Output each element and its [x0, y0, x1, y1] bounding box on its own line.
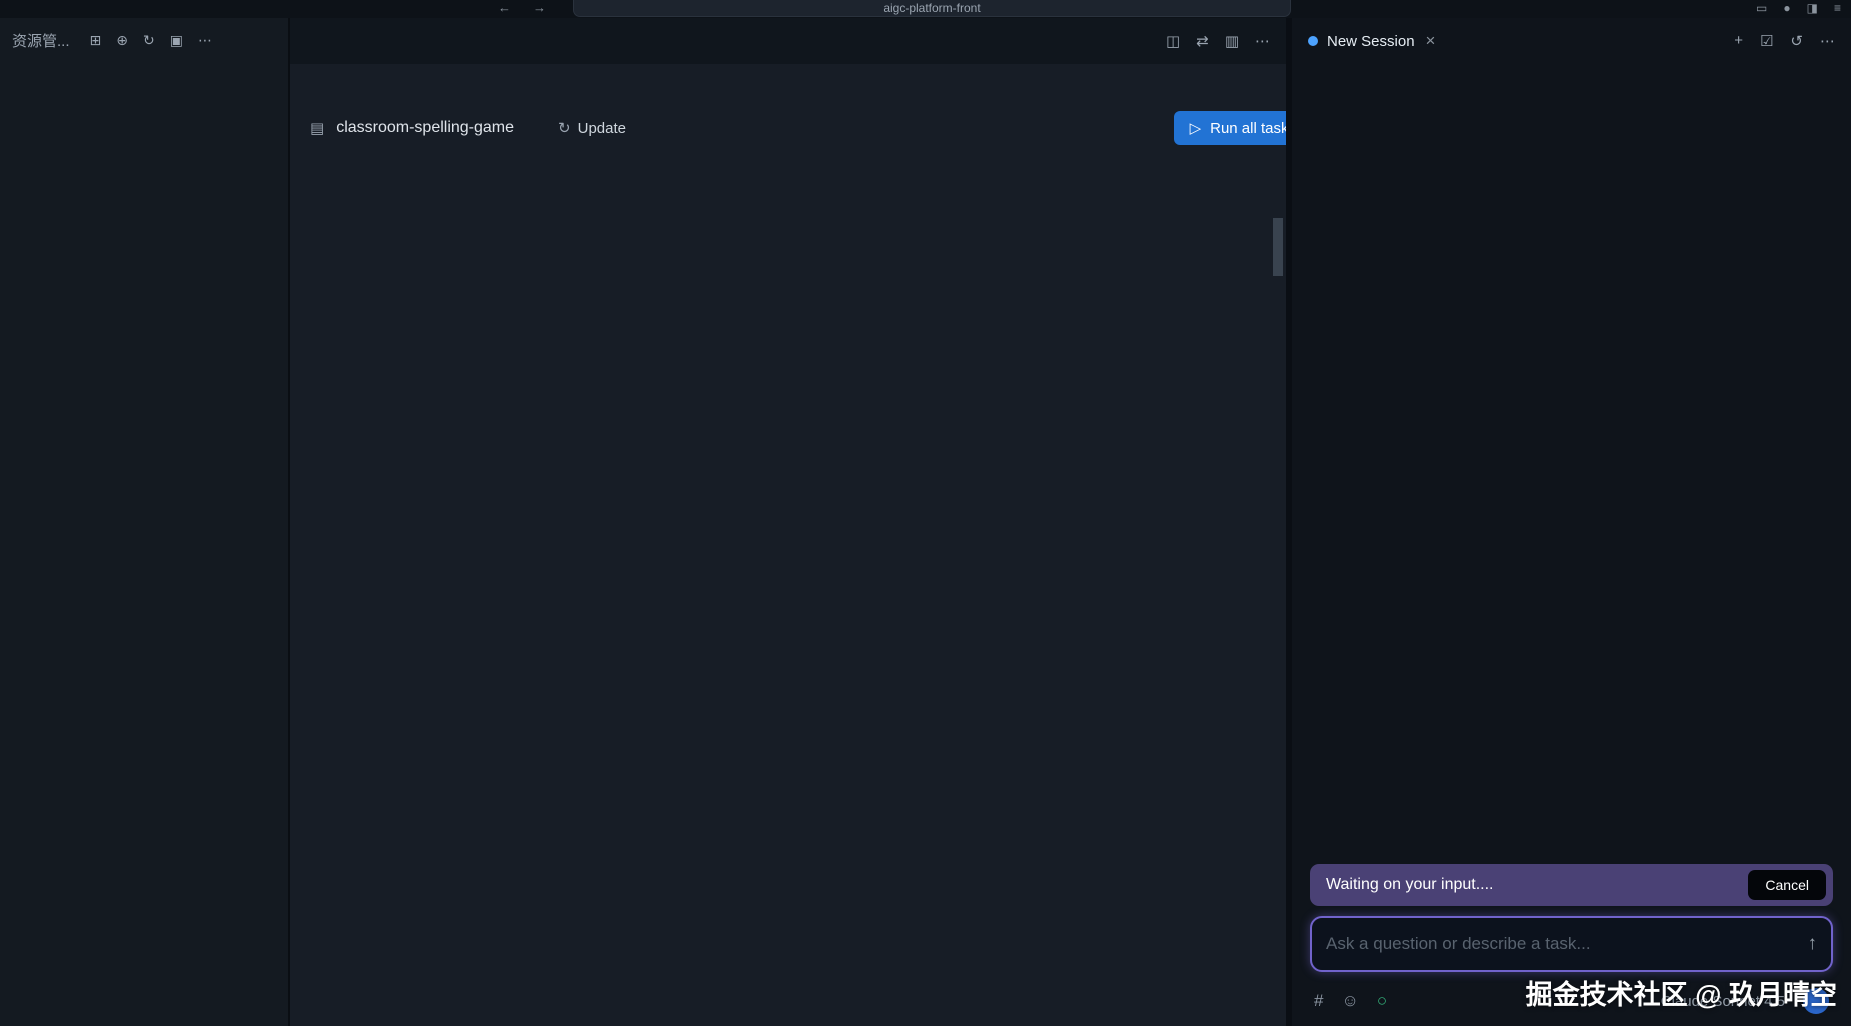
update-label: Update — [578, 120, 626, 137]
new-file-icon[interactable]: ⊞ — [90, 32, 102, 49]
spec-title: classroom-spelling-game — [336, 119, 514, 137]
chat-input-box[interactable]: ↑ — [1310, 916, 1833, 972]
code-editor[interactable] — [290, 156, 1286, 1026]
explorer-title: 资源管... — [12, 30, 70, 51]
editor-area: ◫ ⇄ ▥ ⋯ ▤ classroom-spelling-game ↻ Update … — [290, 18, 1292, 1026]
open-changes-icon[interactable]: ⇄ — [1196, 32, 1209, 50]
secondary-panel-icon[interactable]: ▥ — [1225, 32, 1239, 50]
play-icon: ▷ — [1190, 119, 1202, 137]
new-folder-icon[interactable]: ⊕ — [116, 32, 128, 49]
context-hash-icon[interactable]: # — [1314, 991, 1323, 1011]
refresh-icon: ↻ — [558, 119, 571, 137]
close-session-icon[interactable]: × — [1426, 31, 1436, 51]
layout-icon[interactable]: ◨ — [1807, 1, 1818, 15]
more-actions-icon[interactable]: ⋯ — [1255, 32, 1270, 50]
chat-header-actions: + ☑ ↺ ⋯ — [1734, 32, 1835, 50]
more-actions-icon[interactable]: ⋯ — [1820, 32, 1835, 50]
titlebar: ←→ aigc-platform-front ▭●◨≡ — [0, 0, 1851, 18]
run-all-tasks-button[interactable]: ▷ Run all tasks — [1174, 111, 1286, 145]
run-all-label: Run all tasks — [1210, 120, 1286, 137]
emoji-icon[interactable]: ☺ — [1341, 991, 1358, 1011]
editor-scrollbar[interactable] — [1273, 218, 1283, 276]
split-editor-icon[interactable]: ◫ — [1166, 32, 1180, 50]
refresh-icon[interactable]: ↻ — [143, 32, 155, 49]
explorer-header: 资源管... ⊞ ⊕ ↻ ▣ ⋯ — [0, 18, 288, 62]
window-title: aigc-platform-front — [883, 1, 980, 15]
editor-actions: ◫ ⇄ ▥ ⋯ — [1150, 18, 1286, 64]
explorer-sidebar: 资源管... ⊞ ⊕ ↻ ▣ ⋯ — [0, 18, 290, 1026]
session-title: New Session — [1327, 33, 1415, 50]
spec-bar: ▤ classroom-spelling-game ↻ Update ▷ Run… — [290, 100, 1286, 156]
explorer-actions: ⊞ ⊕ ↻ ▣ ⋯ — [90, 32, 212, 49]
cancel-button[interactable]: Cancel — [1748, 870, 1826, 900]
back-icon[interactable]: ← — [498, 0, 511, 15]
watermark: 掘金技术社区 @ 玖月晴空 — [1526, 973, 1837, 1012]
new-session-icon[interactable]: + — [1734, 32, 1743, 50]
app-window: ←→ aigc-platform-front ▭●◨≡ 资源管... ⊞⊕↻▣⋯… — [0, 0, 1851, 1026]
collapse-all-icon[interactable]: ▣ — [170, 32, 183, 49]
window-title-box[interactable]: aigc-platform-front — [573, 0, 1291, 17]
waiting-banner: Waiting on your input.... Cancel — [1310, 864, 1833, 906]
spec-file-icon: ▤ — [310, 119, 324, 137]
menu-icon[interactable]: ≡ — [1834, 1, 1841, 15]
update-button[interactable]: ↻ Update — [558, 119, 626, 137]
status-ring-icon[interactable]: ○ — [1377, 991, 1387, 1011]
workbench: 资源管... ⊞ ⊕ ↻ ▣ ⋯ ◫ ⇄ ▥ ⋯ ▤ classroom-spelling-g… — [0, 18, 1851, 1026]
session-dot-icon — [1308, 36, 1318, 46]
file-tree — [0, 62, 288, 1026]
task-list-icon[interactable]: ☑ — [1760, 32, 1773, 50]
chat-messages — [1292, 64, 1851, 852]
chat-header: New Session × + ☑ ↺ ⋯ — [1292, 18, 1851, 64]
more-actions-icon[interactable]: ⋯ — [198, 32, 212, 49]
tab-bar: ◫ ⇄ ▥ ⋯ — [290, 18, 1286, 64]
record-icon[interactable]: ● — [1783, 1, 1790, 15]
breadcrumb — [290, 64, 1286, 100]
history-icon[interactable]: ↺ — [1790, 32, 1803, 50]
forward-icon[interactable]: → — [533, 0, 546, 15]
send-icon[interactable]: ↑ — [1808, 933, 1818, 955]
titlebar-icons: ▭ ● ◨ ≡ — [1756, 1, 1841, 15]
waiting-label: Waiting on your input.... — [1326, 876, 1494, 894]
chat-panel: New Session × + ☑ ↺ ⋯ Waiting on your input… — [1292, 18, 1851, 1026]
nav-arrows: ←→ — [498, 0, 546, 15]
display-icon[interactable]: ▭ — [1756, 1, 1767, 15]
chat-input[interactable] — [1326, 933, 1800, 955]
